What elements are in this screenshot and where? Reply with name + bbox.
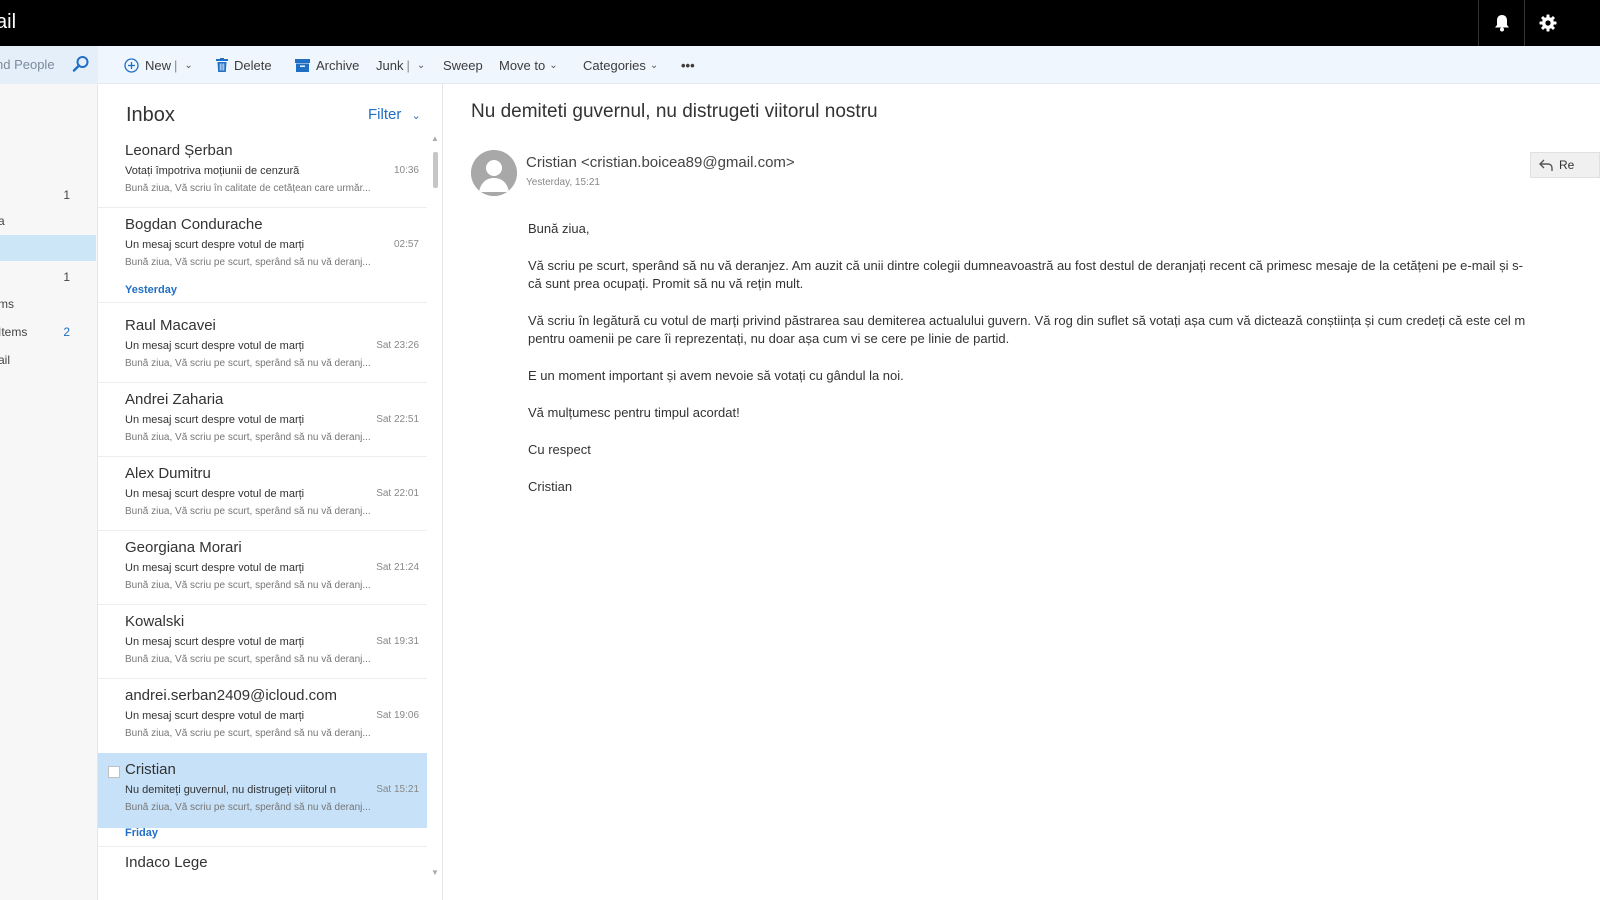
reading-pane: Nu demiteti guvernul, nu distrugeti viit…	[444, 84, 1600, 900]
delete-button[interactable]: Delete	[216, 46, 272, 84]
message-subject: Nu demiteti guvernul, nu distrugeti viit…	[471, 101, 878, 122]
sweep-button[interactable]: Sweep	[443, 46, 483, 84]
avatar	[471, 150, 517, 196]
message-item[interactable]: Raul Macavei Un mesaj scurt despre votul…	[98, 309, 427, 382]
folder-item-selected[interactable]	[0, 235, 96, 261]
gear-icon	[1539, 14, 1556, 32]
message-body: Bună ziua, Vă scriu pe scurt, sperând să…	[528, 220, 1600, 515]
scroll-up-arrow[interactable]: ▲	[431, 134, 439, 143]
group-header-friday: Friday	[125, 827, 159, 839]
chevron-down-icon: ⌄	[649, 59, 659, 71]
plus-circle-icon	[124, 57, 139, 73]
scrollbar-thumb[interactable]	[433, 152, 438, 188]
junk-button[interactable]: Junk | ⌄	[376, 46, 425, 84]
folder-item[interactable]: 1	[0, 182, 96, 208]
message-item[interactable]: andrei.serban2409@icloud.com Un mesaj sc…	[98, 679, 427, 752]
sender-address[interactable]: Cristian <cristian.boicea89@gmail.com>	[526, 154, 795, 171]
message-item[interactable]: Georgiana Morari Un mesaj scurt despre v…	[98, 531, 427, 604]
search-box[interactable]: nd People	[0, 46, 98, 84]
new-button[interactable]: New | ⌄	[124, 46, 193, 84]
chevron-down-icon: ⌄	[411, 110, 421, 122]
divider	[98, 302, 427, 303]
body-paragraph: Vă scriu în legătură cu votul de marți p…	[528, 313, 1526, 346]
move-to-button[interactable]: Move to ⌄	[499, 46, 558, 84]
body-paragraph: Bună ziua,	[528, 221, 590, 236]
message-item[interactable]: Bogdan Condurache Un mesaj scurt despre …	[98, 208, 427, 281]
body-paragraph: Vă mulțumesc pentru timpul acordat!	[528, 405, 740, 420]
body-paragraph: E un moment important și avem nevoie să …	[528, 368, 904, 383]
settings-button[interactable]	[1524, 0, 1570, 46]
archive-label: Archive	[316, 57, 360, 73]
body-paragraph: Cristian	[528, 479, 573, 494]
chevron-down-icon: ⌄	[549, 59, 558, 71]
bell-icon	[1494, 15, 1509, 32]
message-item-selected[interactable]: Cristian Nu demiteți guvernul, nu distru…	[98, 753, 427, 828]
archive-icon	[295, 58, 310, 72]
folder-pane: 1 a 1 ms Items 2 ail	[0, 84, 98, 900]
folder-item[interactable]: ail	[0, 347, 96, 373]
unread-count: 1	[63, 188, 70, 202]
message-item[interactable]: Indaco Lege	[98, 846, 427, 900]
message-item[interactable]: Alex Dumitru Un mesaj scurt despre votul…	[98, 457, 427, 530]
filter-button[interactable]: Filter ⌄	[368, 106, 421, 123]
search-icon[interactable]	[72, 55, 90, 73]
person-icon	[471, 150, 517, 196]
sweep-label: Sweep	[443, 57, 483, 73]
folder-item[interactable]: 1	[0, 264, 96, 290]
categories-button[interactable]: Categories ⌄	[583, 46, 658, 84]
command-toolbar: nd People New | ⌄ Delete Archive Junk | …	[0, 46, 1600, 84]
message-item[interactable]: Kowalski Un mesaj scurt despre votul de …	[98, 605, 427, 678]
archive-button[interactable]: Archive	[295, 46, 359, 84]
app-title[interactable]: ail	[0, 10, 16, 34]
search-input[interactable]: nd People	[0, 57, 55, 72]
trash-icon	[216, 58, 228, 72]
categories-label: Categories	[583, 57, 646, 73]
message-item[interactable]: Leonard Șerban Votați împotriva moțiunii…	[98, 134, 427, 207]
ellipsis-icon: •••	[681, 57, 695, 73]
reply-label: Re	[1559, 158, 1575, 172]
folder-item-deleted[interactable]: Items 2	[0, 319, 96, 345]
body-paragraph: Vă scriu pe scurt, sperând să nu vă dera…	[528, 258, 1524, 291]
top-bar: ail	[0, 0, 1600, 46]
group-header-yesterday: Yesterday	[125, 284, 177, 296]
more-actions-button[interactable]: •••	[681, 46, 695, 84]
reply-icon	[1539, 159, 1553, 171]
delete-label: Delete	[234, 57, 272, 73]
message-date: Yesterday, 15:21	[526, 177, 600, 188]
folder-title: Inbox	[126, 104, 175, 126]
select-checkbox[interactable]	[108, 766, 120, 778]
chevron-down-icon[interactable]: ⌄	[417, 60, 425, 71]
scroll-down-arrow[interactable]: ▼	[431, 868, 439, 877]
reply-button[interactable]: Re	[1530, 152, 1600, 178]
message-item[interactable]: Andrei Zaharia Un mesaj scurt despre vot…	[98, 383, 427, 456]
folder-item[interactable]: ms	[0, 291, 96, 317]
chevron-down-icon[interactable]: ⌄	[184, 60, 192, 71]
unread-count: 2	[63, 325, 70, 339]
message-list: Inbox Filter ⌄ Leonard Șerban Votați împ…	[98, 84, 443, 900]
new-label: New	[145, 57, 172, 73]
junk-label: Junk	[376, 57, 404, 73]
notifications-button[interactable]	[1478, 0, 1524, 46]
unread-count: 1	[63, 270, 70, 284]
move-to-label: Move to	[499, 57, 546, 73]
body-paragraph: Cu respect	[528, 442, 591, 457]
folder-item[interactable]: a	[0, 208, 96, 234]
